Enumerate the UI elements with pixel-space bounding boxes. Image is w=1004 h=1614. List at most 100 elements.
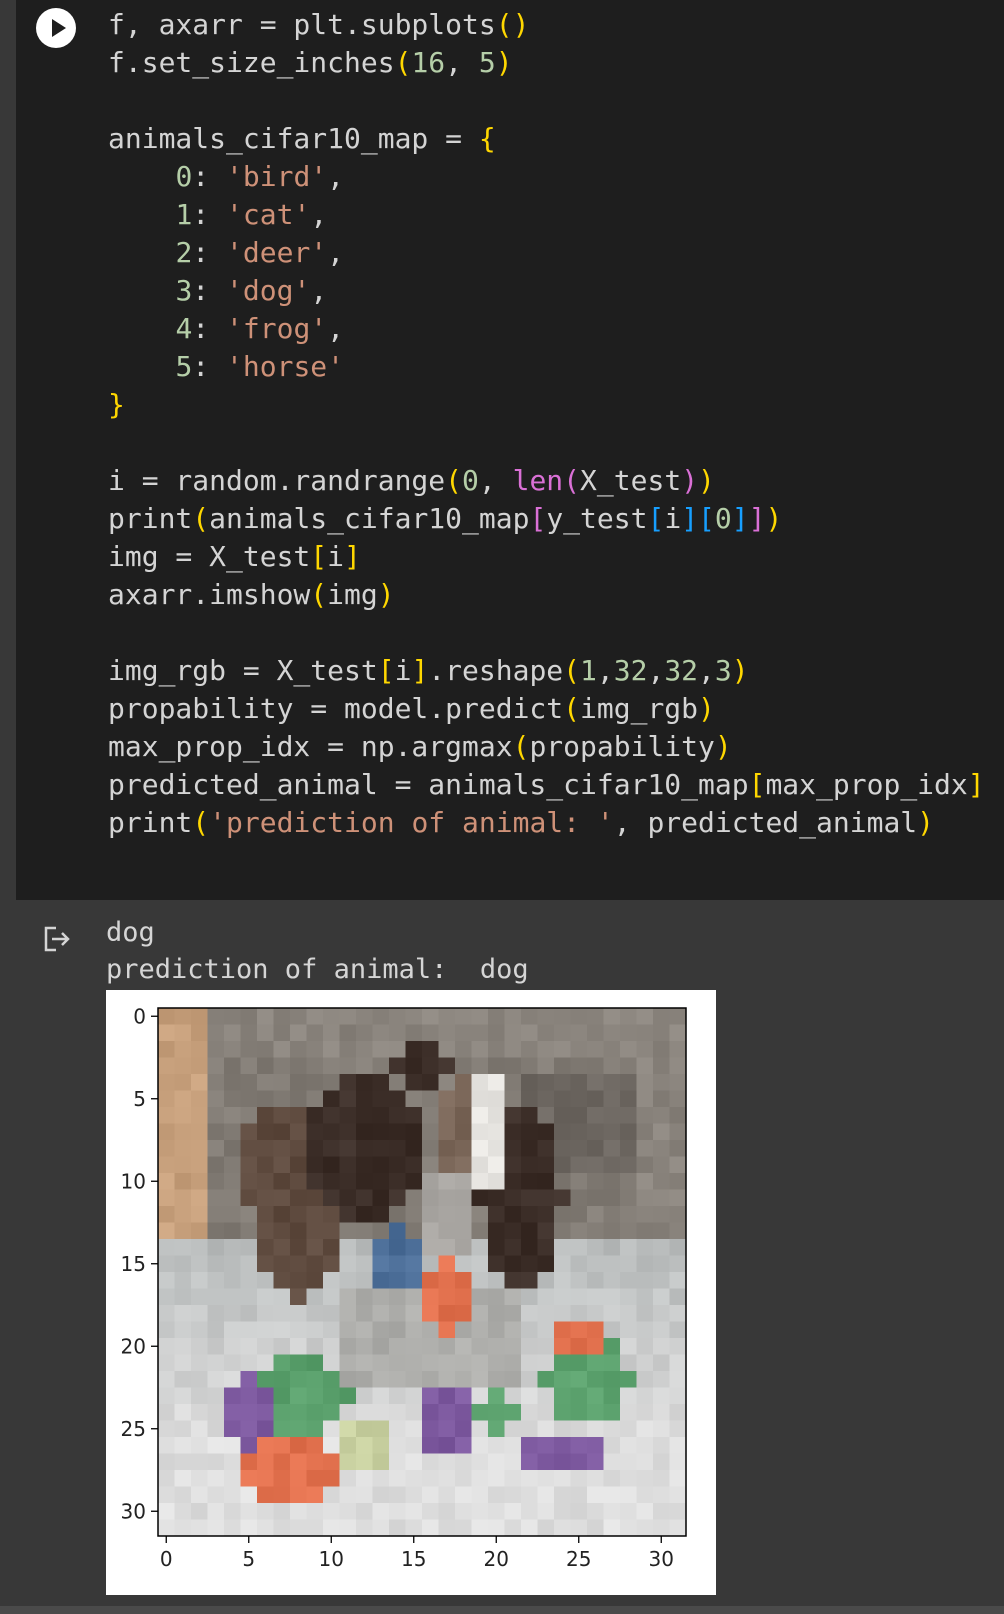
image-pixel	[521, 1255, 538, 1273]
image-pixel	[554, 1107, 571, 1124]
image-pixel	[207, 1074, 225, 1091]
image-pixel	[257, 1453, 274, 1471]
image-pixel	[224, 1107, 241, 1124]
image-pixel	[488, 1387, 505, 1405]
image-pixel	[372, 1255, 390, 1273]
image-pixel	[273, 1255, 291, 1273]
output-arrow-icon[interactable]	[42, 924, 72, 954]
code-line: 1: 'cat',	[108, 196, 985, 234]
image-pixel	[356, 1503, 373, 1520]
image-pixel	[240, 1057, 258, 1075]
image-pixel	[306, 1288, 324, 1306]
code-block[interactable]: f, axarr = plt.subplots() f.set_size_inch…	[108, 6, 985, 842]
image-pixel	[504, 1354, 522, 1372]
image-pixel	[356, 1156, 373, 1174]
image-pixel	[587, 1041, 604, 1058]
image-pixel	[570, 1008, 588, 1025]
image-pixel	[273, 1008, 291, 1025]
x-tick-label: 25	[566, 1547, 591, 1571]
image-pixel	[323, 1354, 340, 1372]
image-pixel	[537, 1470, 555, 1487]
image-pixel	[521, 1107, 538, 1124]
image-pixel	[174, 1189, 192, 1207]
image-pixel	[438, 1371, 456, 1388]
image-pixel	[603, 1222, 621, 1240]
code-token: f, axarr = plt.subplots	[108, 8, 496, 41]
code-token: 'cat'	[226, 198, 311, 231]
image-pixel	[636, 1156, 654, 1174]
image-pixel	[372, 1173, 390, 1190]
image-pixel	[290, 1041, 307, 1058]
image-pixel	[257, 1090, 274, 1108]
image-pixel	[653, 1387, 670, 1405]
image-pixel	[273, 1074, 291, 1091]
image-pixel	[191, 1173, 208, 1190]
image-pixel	[537, 1288, 555, 1306]
code-line: }	[108, 386, 985, 424]
image-pixel	[653, 1057, 670, 1075]
image-pixel	[488, 1189, 505, 1207]
image-pixel	[422, 1453, 439, 1471]
code-token: max_prop_idx	[765, 768, 968, 801]
image-pixel	[653, 1338, 670, 1355]
y-tick-label: 5	[133, 1087, 146, 1111]
image-pixel	[570, 1189, 588, 1207]
image-pixel	[669, 1090, 687, 1108]
code-token: 2	[175, 236, 193, 269]
image-pixel	[504, 1090, 522, 1108]
code-token: len	[512, 464, 564, 497]
image-pixel	[224, 1057, 241, 1075]
image-pixel	[339, 1404, 357, 1421]
image-pixel	[356, 1239, 373, 1256]
image-pixel	[636, 1074, 654, 1091]
image-pixel	[570, 1387, 588, 1405]
image-pixel	[356, 1206, 373, 1223]
image-pixel	[323, 1123, 340, 1141]
image-pixel	[174, 1024, 192, 1042]
image-pixel	[570, 1107, 588, 1124]
image-pixel	[389, 1404, 406, 1421]
image-pixel	[504, 1123, 522, 1141]
image-pixel	[339, 1470, 357, 1487]
image-pixel	[224, 1008, 241, 1025]
image-pixel	[339, 1255, 357, 1273]
image-pixel	[405, 1041, 423, 1058]
image-pixel	[488, 1453, 505, 1471]
image-pixel	[422, 1239, 439, 1256]
image-pixel	[257, 1420, 274, 1438]
image-pixel	[521, 1156, 538, 1174]
image-pixel	[339, 1387, 357, 1405]
image-pixel	[603, 1140, 621, 1157]
image-pixel	[405, 1090, 423, 1108]
image-pixel	[372, 1486, 390, 1504]
image-pixel	[290, 1239, 307, 1256]
code-token: ,	[310, 198, 328, 231]
image-pixel	[207, 1189, 225, 1207]
image-pixel	[372, 1503, 390, 1520]
image-pixel	[504, 1206, 522, 1223]
image-pixel	[471, 1041, 489, 1058]
image-pixel	[240, 1074, 258, 1091]
code-token: 32	[613, 654, 648, 687]
image-pixel	[257, 1123, 274, 1141]
image-pixel	[356, 1140, 373, 1157]
image-pixel	[273, 1453, 291, 1471]
image-pixel	[570, 1420, 588, 1438]
code-token: )	[377, 578, 395, 611]
run-cell-button[interactable]	[36, 8, 76, 48]
image-pixel	[455, 1239, 472, 1256]
image-pixel	[422, 1305, 439, 1322]
image-pixel	[587, 1338, 604, 1355]
x-tick-label: 10	[319, 1547, 344, 1571]
image-pixel	[323, 1074, 340, 1091]
image-pixel	[620, 1437, 637, 1454]
image-pixel	[587, 1519, 604, 1537]
code-line: propability = model.predict(img_rgb)	[108, 690, 985, 728]
code-token: :	[192, 274, 227, 307]
image-pixel	[339, 1437, 357, 1454]
image-pixel	[323, 1387, 340, 1405]
image-pixel	[587, 1503, 604, 1520]
image-pixel	[455, 1371, 472, 1388]
